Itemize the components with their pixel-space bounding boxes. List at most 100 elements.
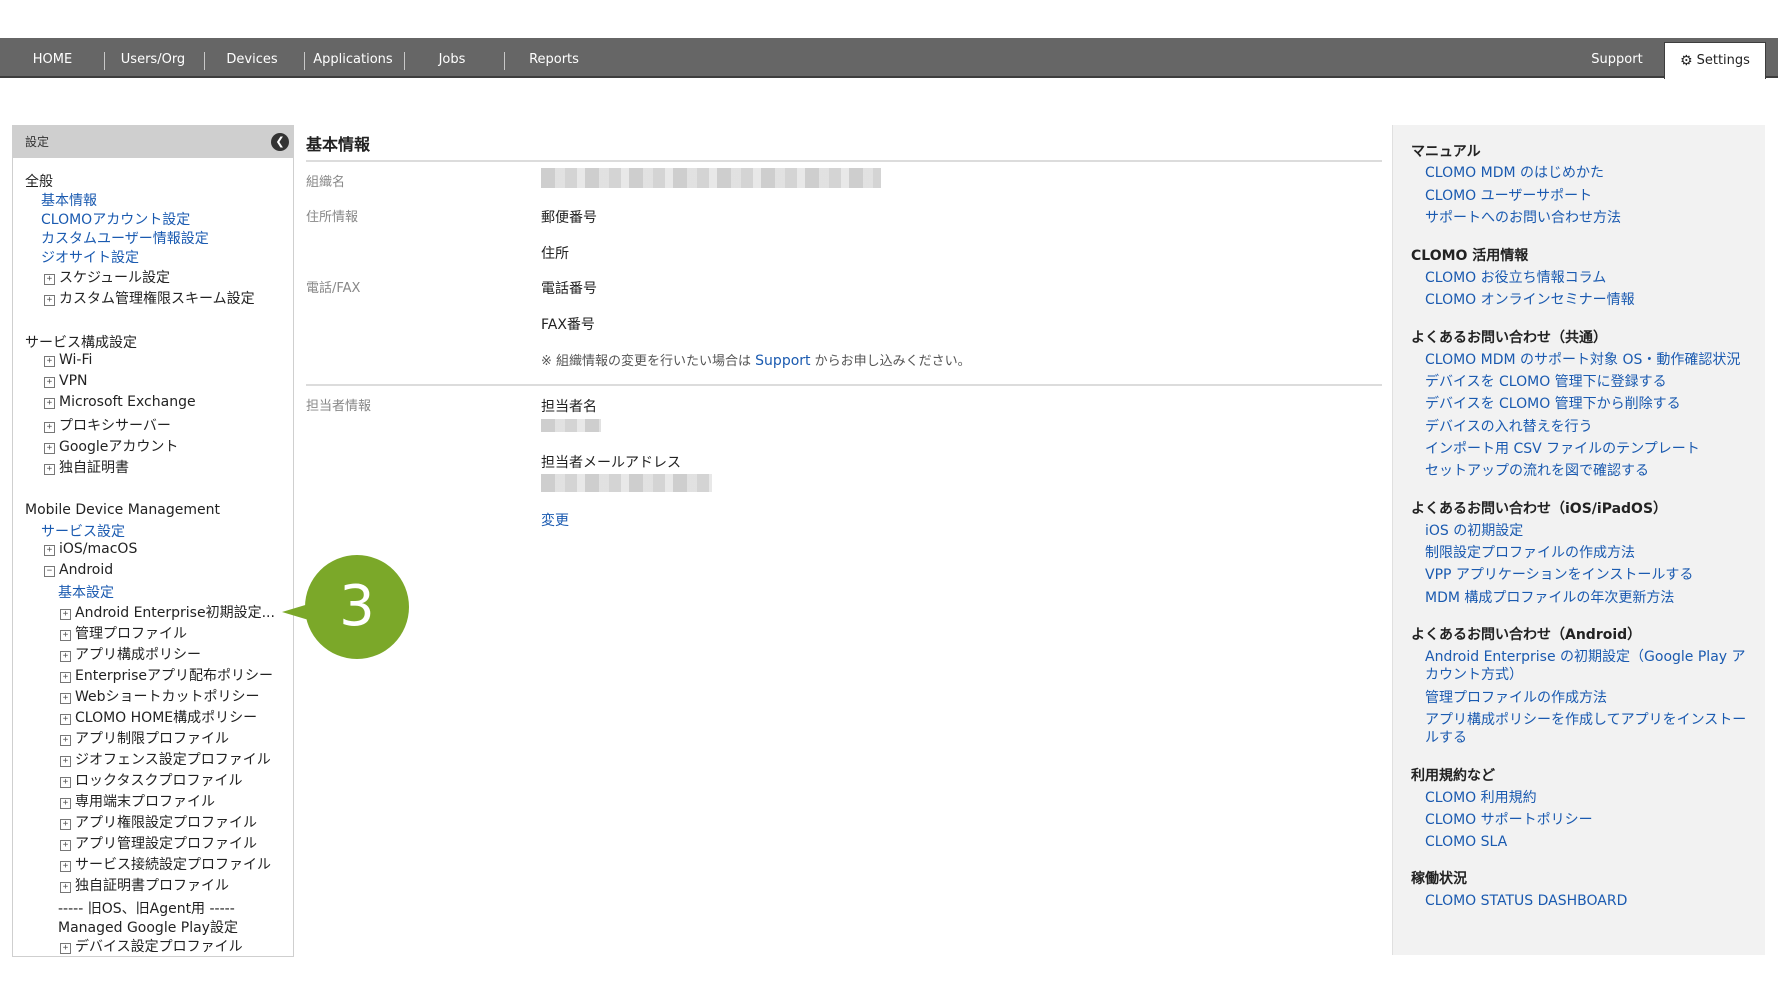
sidebar-item-google-account[interactable]: + Googleアカウント <box>44 436 178 456</box>
expand-icon[interactable]: + <box>44 398 55 409</box>
expand-icon[interactable]: + <box>44 274 55 285</box>
nav-jobs[interactable]: Jobs <box>412 38 492 76</box>
help-link[interactable]: カウント方式） <box>1425 666 1523 685</box>
expand-icon[interactable]: + <box>60 861 71 872</box>
sidebar-item-label: アプリ権限設定プロファイル <box>75 815 257 831</box>
help-link[interactable]: デバイスを CLOMO 管理下から削除する <box>1425 395 1681 414</box>
sidebar-item-android-4[interactable]: + Webショートカットポリシー <box>60 686 260 706</box>
sidebar-item-managed-google-play[interactable]: Managed Google Play設定 <box>58 917 238 937</box>
sidebar-item-android-8[interactable]: + ロックタスクプロファイル <box>60 770 242 790</box>
sidebar-item-android-0[interactable]: + Android Enterprise初期設定... <box>60 602 275 622</box>
help-link[interactable]: サポートへのお問い合わせ方法 <box>1425 209 1621 228</box>
nav-reports[interactable]: Reports <box>512 38 596 76</box>
expand-icon[interactable]: + <box>60 609 71 620</box>
sidebar-item-device-settings-profile[interactable]: + デバイス設定プロファイル <box>60 936 243 956</box>
expand-icon[interactable]: + <box>60 693 71 704</box>
expand-icon[interactable]: + <box>44 377 55 388</box>
gear-icon: ⚙ <box>1680 53 1693 69</box>
help-link[interactable]: アプリ構成ポリシーを作成してアプリをインストー <box>1425 711 1746 730</box>
nav-settings-tab[interactable]: ⚙ Settings <box>1664 42 1766 79</box>
sidebar-item-wifi[interactable]: + Wi-Fi <box>44 352 92 368</box>
help-link[interactable]: Android Enterprise の初期設定（Google Play ア <box>1425 648 1746 667</box>
help-link[interactable]: CLOMO 利用規約 <box>1425 789 1537 808</box>
help-link[interactable]: デバイスを CLOMO 管理下に登録する <box>1425 373 1667 392</box>
sidebar-link-android-basic[interactable]: 基本設定 <box>58 582 114 602</box>
sidebar-item-vpn[interactable]: + VPN <box>44 373 88 389</box>
help-link[interactable]: ルする <box>1425 729 1467 748</box>
change-link[interactable]: 変更 <box>541 510 569 530</box>
sidebar-item-exchange[interactable]: + Microsoft Exchange <box>44 394 196 410</box>
expand-icon[interactable]: + <box>60 943 71 954</box>
sidebar-item-android-10[interactable]: + アプリ権限設定プロファイル <box>60 812 257 832</box>
expand-icon[interactable]: + <box>60 756 71 767</box>
sidebar-item-label: 管理プロファイル <box>75 626 187 642</box>
sidebar-item-schedule[interactable]: + スケジュール設定 <box>44 267 170 287</box>
help-link[interactable]: CLOMO サポートポリシー <box>1425 811 1593 830</box>
help-section-heading: 利用規約など <box>1411 768 1495 784</box>
sidebar-item-android-12[interactable]: + サービス接続設定プロファイル <box>60 854 271 874</box>
expand-icon[interactable]: + <box>60 651 71 662</box>
sidebar-item-android-3[interactable]: + Enterpriseアプリ配布ポリシー <box>60 665 273 685</box>
sidebar-item-android-1[interactable]: + 管理プロファイル <box>60 623 187 643</box>
sidebar-item-certificate[interactable]: + 独自証明書 <box>44 457 129 477</box>
sidebar-link-service-settings[interactable]: サービス設定 <box>41 521 125 541</box>
expand-icon[interactable]: + <box>60 819 71 830</box>
help-link[interactable]: CLOMO SLA <box>1425 833 1507 852</box>
help-link[interactable]: セットアップの流れを図で確認する <box>1425 462 1649 481</box>
sidebar-item-label: 独自証明書 <box>59 460 129 476</box>
nav-devices[interactable]: Devices <box>212 38 292 76</box>
help-link[interactable]: iOS の初期設定 <box>1425 522 1523 541</box>
expand-icon[interactable]: + <box>44 545 55 556</box>
help-link[interactable]: CLOMO オンラインセミナー情報 <box>1425 291 1635 310</box>
expand-icon[interactable]: + <box>60 714 71 725</box>
sidebar-item-ios-macos[interactable]: + iOS/macOS <box>44 541 137 557</box>
sidebar-item-android-5[interactable]: + CLOMO HOME構成ポリシー <box>60 707 257 727</box>
help-link[interactable]: CLOMO STATUS DASHBOARD <box>1425 892 1627 911</box>
sidebar-item-android-7[interactable]: + ジオフェンス設定プロファイル <box>60 749 271 769</box>
expand-icon[interactable]: + <box>44 443 55 454</box>
expand-icon[interactable]: + <box>60 798 71 809</box>
expand-icon[interactable]: + <box>60 735 71 746</box>
expand-icon[interactable]: + <box>60 672 71 683</box>
help-link[interactable]: 制限設定プロファイルの作成方法 <box>1425 544 1635 563</box>
expand-icon[interactable]: + <box>44 422 55 433</box>
sidebar-item-android-11[interactable]: + アプリ管理設定プロファイル <box>60 833 257 853</box>
sidebar-link-basic-info[interactable]: 基本情報 <box>41 190 97 210</box>
sidebar-link-geosite[interactable]: ジオサイト設定 <box>41 247 139 267</box>
nav-support[interactable]: Support <box>1580 38 1654 76</box>
help-link[interactable]: 管理プロファイルの作成方法 <box>1425 689 1607 708</box>
nav-home[interactable]: HOME <box>20 38 85 76</box>
expand-icon[interactable]: + <box>44 295 55 306</box>
sidebar-item-android-9[interactable]: + 専用端末プロファイル <box>60 791 215 811</box>
support-link[interactable]: Support <box>755 353 810 369</box>
sidebar-item-android-13[interactable]: + 独自証明書プロファイル <box>60 875 229 895</box>
sidebar-item-android-2[interactable]: + アプリ構成ポリシー <box>60 644 201 664</box>
help-link[interactable]: CLOMO MDM のサポート対象 OS・動作確認状況 <box>1425 351 1740 370</box>
help-link[interactable]: CLOMO MDM のはじめかた <box>1425 164 1604 183</box>
expand-icon[interactable]: + <box>44 464 55 475</box>
sidebar-link-custom-user-info[interactable]: カスタムユーザー情報設定 <box>41 228 209 248</box>
expand-icon[interactable]: + <box>60 630 71 641</box>
collapse-icon[interactable]: − <box>44 566 55 577</box>
sidebar-item-android[interactable]: − Android <box>44 562 113 578</box>
expand-icon[interactable]: + <box>60 882 71 893</box>
sidebar-item-proxy[interactable]: + プロキシサーバー <box>44 415 171 435</box>
nav-users-org[interactable]: Users/Org <box>110 38 196 76</box>
expand-icon[interactable]: + <box>60 777 71 788</box>
help-link[interactable]: デバイスの入れ替えを行う <box>1425 418 1593 437</box>
expand-icon[interactable]: + <box>60 840 71 851</box>
help-link[interactable]: インポート用 CSV ファイルのテンプレート <box>1425 440 1700 459</box>
sidebar-item-android-6[interactable]: + アプリ制限プロファイル <box>60 728 229 748</box>
sidebar-item-label: Microsoft Exchange <box>59 394 196 410</box>
nav-applications[interactable]: Applications <box>310 38 396 76</box>
help-link[interactable]: CLOMO ユーザーサポート <box>1425 187 1592 206</box>
collapse-sidebar-icon[interactable]: ❮ <box>271 133 289 151</box>
expand-icon[interactable]: + <box>44 356 55 367</box>
help-link[interactable]: CLOMO お役立ち情報コラム <box>1425 269 1606 288</box>
sidebar-item-custom-permission-scheme[interactable]: + カスタム管理権限スキーム設定 <box>44 288 255 308</box>
help-link[interactable]: MDM 構成プロファイルの年次更新方法 <box>1425 589 1674 608</box>
help-link[interactable]: VPP アプリケーションをインストールする <box>1425 566 1693 585</box>
sidebar-link-clomo-account[interactable]: CLOMOアカウント設定 <box>41 209 190 229</box>
section-divider <box>306 384 1382 386</box>
top-navigation-bar: HOME Users/Org Devices Applications Jobs… <box>0 38 1778 78</box>
